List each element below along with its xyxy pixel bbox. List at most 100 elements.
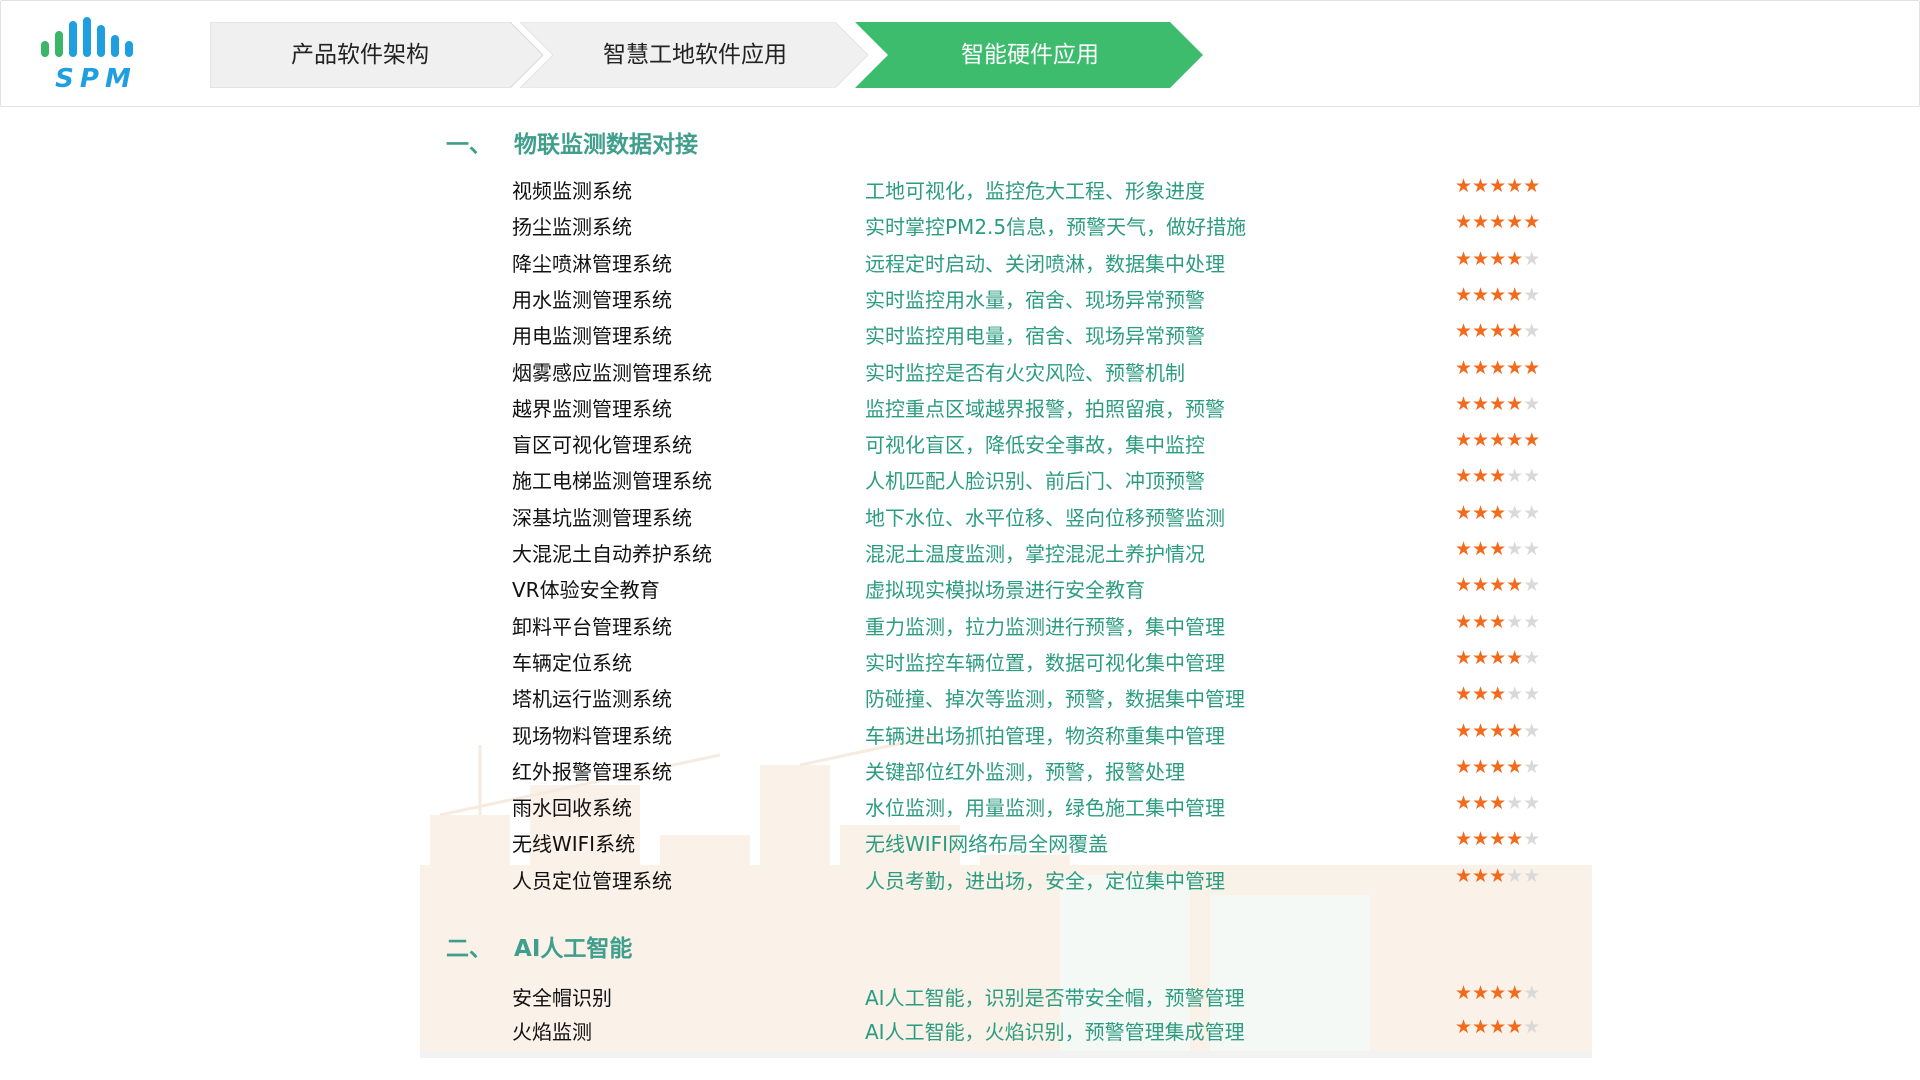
- system-description: AI人工智能，火焰识别，预警管理集成管理: [865, 1020, 1245, 1044]
- star-filled-icon: ★: [1489, 982, 1507, 1004]
- star-filled-icon: ★: [1489, 574, 1507, 597]
- star-filled-icon: ★: [1506, 574, 1524, 597]
- star-filled-icon: ★: [1472, 755, 1490, 778]
- star-filled-icon: ★: [1472, 429, 1490, 452]
- star-filled-icon: ★: [1472, 356, 1490, 379]
- star-filled-icon: ★: [1489, 719, 1507, 742]
- star-filled-icon: ★: [1489, 1016, 1507, 1038]
- system-name: 无线WIFI系统: [512, 832, 636, 857]
- star-empty-icon: ★: [1523, 501, 1541, 524]
- star-rating: ★★★★★: [1455, 982, 1540, 1004]
- star-rating: ★★★★★: [1455, 538, 1540, 560]
- system-name: 红外报警管理系统: [512, 759, 672, 784]
- star-filled-icon: ★: [1489, 864, 1507, 887]
- star-empty-icon: ★: [1523, 247, 1541, 270]
- star-rating: ★★★★★: [1455, 756, 1540, 778]
- section-title-text: AI人工智能: [514, 936, 633, 962]
- star-filled-icon: ★: [1472, 792, 1490, 815]
- star-empty-icon: ★: [1523, 982, 1541, 1004]
- system-name: 车辆定位系统: [512, 650, 632, 675]
- star-filled-icon: ★: [1455, 247, 1473, 270]
- star-filled-icon: ★: [1506, 982, 1524, 1004]
- star-empty-icon: ★: [1523, 574, 1541, 597]
- section-title-iot: 一、 物联监测数据对接: [446, 125, 698, 159]
- star-empty-icon: ★: [1523, 828, 1541, 851]
- system-name: 施工电梯监测管理系统: [512, 469, 712, 494]
- star-filled-icon: ★: [1506, 320, 1524, 343]
- system-description: 监控重点区域越界报警，拍照留痕，预警: [865, 396, 1225, 421]
- list-item: 车辆定位系统 实时监控车辆位置，数据可视化集中管理 ★★★★★: [420, 647, 1592, 679]
- star-filled-icon: ★: [1489, 465, 1507, 488]
- nav-item-product-architecture[interactable]: 产品软件架构: [210, 22, 545, 88]
- star-rating: ★★★★★: [1455, 828, 1540, 850]
- star-filled-icon: ★: [1472, 828, 1490, 851]
- system-description: 无线WIFI网络布局全网覆盖: [865, 832, 1109, 857]
- system-name: 卸料平台管理系统: [512, 614, 672, 639]
- section-title-ai: 二、 AI人工智能: [446, 929, 632, 963]
- star-rating: ★★★★★: [1455, 320, 1540, 342]
- star-filled-icon: ★: [1455, 610, 1473, 633]
- system-description: 混泥土温度监测，掌控混泥土养护情况: [865, 542, 1205, 566]
- star-filled-icon: ★: [1455, 864, 1473, 887]
- star-filled-icon: ★: [1472, 465, 1490, 488]
- star-empty-icon: ★: [1506, 683, 1524, 706]
- spm-logo[interactable]: SPM: [41, 17, 151, 94]
- system-description: 远程定时启动、关闭喷淋，数据集中处理: [865, 251, 1225, 276]
- list-item: 施工电梯监测管理系统 人机匹配人脸识别、前后门、冲顶预警 ★★★★★: [420, 465, 1592, 497]
- star-rating: ★★★★★: [1455, 175, 1540, 197]
- star-filled-icon: ★: [1455, 465, 1473, 488]
- star-filled-icon: ★: [1455, 982, 1473, 1004]
- star-filled-icon: ★: [1523, 429, 1541, 452]
- star-filled-icon: ★: [1472, 683, 1490, 706]
- star-filled-icon: ★: [1489, 211, 1507, 234]
- star-filled-icon: ★: [1523, 356, 1541, 379]
- star-empty-icon: ★: [1506, 610, 1524, 633]
- star-filled-icon: ★: [1489, 320, 1507, 343]
- star-filled-icon: ★: [1489, 429, 1507, 452]
- star-filled-icon: ★: [1506, 392, 1524, 415]
- list-item: 人员定位管理系统 人员考勤，进出场，安全，定位集中管理 ★★★★★: [420, 865, 1592, 897]
- star-empty-icon: ★: [1523, 792, 1541, 815]
- star-filled-icon: ★: [1455, 211, 1473, 234]
- star-filled-icon: ★: [1489, 501, 1507, 524]
- star-filled-icon: ★: [1472, 211, 1490, 234]
- system-name: 安全帽识别: [512, 986, 612, 1010]
- nav-item-smart-site-software[interactable]: 智慧工地软件应用: [520, 22, 870, 88]
- list-item: 红外报警管理系统 关键部位红外监测，预警，报警处理 ★★★★★: [420, 756, 1592, 788]
- star-rating: ★★★★★: [1455, 574, 1540, 596]
- star-filled-icon: ★: [1506, 247, 1524, 270]
- star-filled-icon: ★: [1455, 501, 1473, 524]
- star-filled-icon: ★: [1506, 719, 1524, 742]
- system-name: 降尘喷淋管理系统: [512, 251, 672, 276]
- star-filled-icon: ★: [1489, 247, 1507, 270]
- star-filled-icon: ★: [1489, 356, 1507, 379]
- star-filled-icon: ★: [1523, 175, 1541, 197]
- star-filled-icon: ★: [1455, 175, 1473, 197]
- star-filled-icon: ★: [1455, 683, 1473, 706]
- star-filled-icon: ★: [1455, 356, 1473, 379]
- system-description: 车辆进出场抓拍管理，物资称重集中管理: [865, 723, 1225, 748]
- star-filled-icon: ★: [1455, 574, 1473, 597]
- list-item: 越界监测管理系统 监控重点区域越界报警，拍照留痕，预警 ★★★★★: [420, 393, 1592, 425]
- nav-item-smart-hardware[interactable]: 智能硬件应用: [855, 22, 1205, 88]
- system-description: 实时监控车辆位置，数据可视化集中管理: [865, 650, 1225, 675]
- nav-item-label: 智慧工地软件应用: [603, 42, 787, 68]
- system-name: 盲区可视化管理系统: [512, 433, 692, 458]
- star-filled-icon: ★: [1506, 646, 1524, 669]
- star-filled-icon: ★: [1455, 1016, 1473, 1038]
- list-item: 用电监测管理系统 实时监控用电量，宿舍、现场异常预警 ★★★★★: [420, 320, 1592, 352]
- system-name: VR体验安全教育: [512, 578, 660, 603]
- star-filled-icon: ★: [1489, 538, 1507, 560]
- star-filled-icon: ★: [1455, 719, 1473, 742]
- system-description: 水位监测，用量监测，绿色施工集中管理: [865, 796, 1225, 821]
- star-filled-icon: ★: [1506, 429, 1524, 452]
- section-number: 一、: [446, 132, 492, 158]
- star-empty-icon: ★: [1523, 1016, 1541, 1038]
- system-name: 视频监测系统: [512, 179, 632, 203]
- star-filled-icon: ★: [1489, 646, 1507, 669]
- system-name: 大混泥土自动养护系统: [512, 542, 712, 566]
- system-name: 雨水回收系统: [512, 796, 632, 821]
- star-filled-icon: ★: [1472, 864, 1490, 887]
- star-filled-icon: ★: [1489, 683, 1507, 706]
- star-empty-icon: ★: [1506, 538, 1524, 560]
